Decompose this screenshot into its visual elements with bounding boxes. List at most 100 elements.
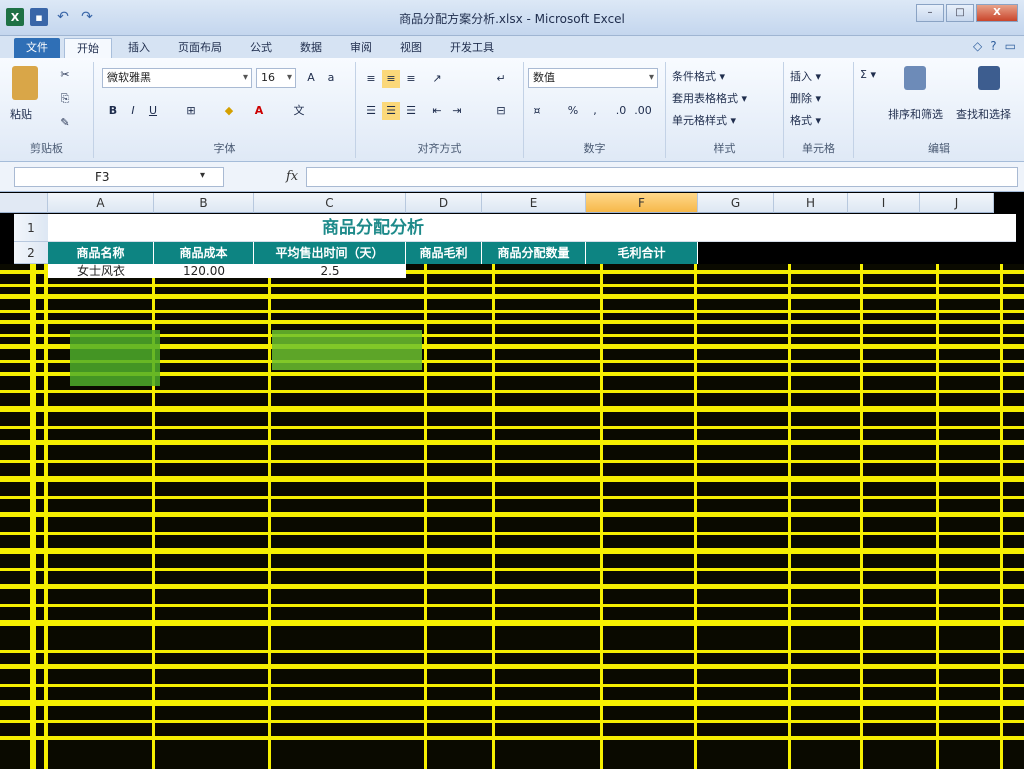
tab-review[interactable]: 审阅 <box>338 38 384 58</box>
orientation-icon[interactable]: ↗ <box>428 70 446 88</box>
font-name-combo[interactable]: 微软雅黑 <box>102 68 252 88</box>
align-top-icon[interactable]: ≡ <box>362 70 380 88</box>
bold-button[interactable]: B <box>104 102 122 120</box>
align-middle-icon[interactable]: ≡ <box>382 70 400 88</box>
insert-cells-button[interactable]: 插入 ▾ <box>790 68 821 84</box>
font-color-icon[interactable]: A <box>250 102 268 120</box>
tabs-right-controls: ◇ ? ▭ <box>973 39 1016 53</box>
name-box[interactable]: F3 <box>14 167 224 187</box>
cell-c3[interactable]: 2.5 <box>254 264 406 278</box>
phonetic-icon[interactable]: 文 <box>290 102 308 120</box>
format-cells-button[interactable]: 格式 ▾ <box>790 112 821 128</box>
table-format-button[interactable]: 套用表格格式 ▾ <box>672 90 747 106</box>
group-label-font: 字体 <box>213 142 236 155</box>
column-header-h[interactable]: H <box>774 193 848 213</box>
increase-decimal-icon[interactable]: .0 <box>612 102 630 120</box>
window-title: 商品分配方案分析.xlsx - Microsoft Excel <box>399 12 625 26</box>
cell-a3[interactable]: 女士风衣 <box>48 264 154 278</box>
group-label-clipboard: 剪贴板 <box>30 142 63 155</box>
shrink-font-icon[interactable]: a <box>322 69 340 87</box>
sort-filter-icon[interactable] <box>904 66 926 90</box>
column-header-c[interactable]: C <box>254 193 406 213</box>
column-header-e[interactable]: E <box>482 193 586 213</box>
tab-insert[interactable]: 插入 <box>116 38 162 58</box>
comma-button[interactable]: , <box>586 102 604 120</box>
name-box-dropdown-icon[interactable]: ▾ <box>200 170 205 181</box>
tab-home[interactable]: 开始 <box>64 38 112 58</box>
fx-icon[interactable]: fx <box>286 169 298 184</box>
group-label-alignment: 对齐方式 <box>417 142 462 155</box>
restore-icon[interactable]: ▭ <box>1005 39 1016 53</box>
group-alignment: ≡ ≡ ≡ ↗ ↵ ☰ ☰ ☰ ⇤ ⇥ ⊟ 对齐方式 <box>356 62 524 158</box>
window-controls: – □ X <box>916 4 1018 22</box>
sheet-title-cell[interactable]: 商品分配分析 <box>48 214 698 242</box>
align-bottom-icon[interactable]: ≡ <box>402 70 420 88</box>
tab-developer[interactable]: 开发工具 <box>438 38 506 58</box>
align-right-icon[interactable]: ☰ <box>402 102 420 120</box>
help-icon[interactable]: ? <box>990 39 996 53</box>
tab-page-layout[interactable]: 页面布局 <box>166 38 234 58</box>
header-cell-gross-profit-total[interactable]: 毛利合计 <box>586 242 698 264</box>
select-all-corner[interactable] <box>0 193 48 213</box>
ribbon-home: 粘贴 ✂ ⎘ ✎ 剪贴板 微软雅黑 16 A a B I U ⊞ ◆ A 文 字… <box>0 58 1024 162</box>
paste-button[interactable]: 粘贴 <box>10 106 32 122</box>
cell-b3[interactable]: 120.00 <box>154 264 254 278</box>
maximize-button[interactable]: □ <box>946 4 974 22</box>
row-header-2[interactable]: 2 <box>14 242 48 264</box>
delete-cells-button[interactable]: 删除 ▾ <box>790 90 821 106</box>
tab-formulas[interactable]: 公式 <box>238 38 284 58</box>
tab-view[interactable]: 视图 <box>388 38 434 58</box>
merge-center-icon[interactable]: ⊟ <box>492 102 510 120</box>
conditional-format-button[interactable]: 条件格式 ▾ <box>672 68 725 84</box>
align-center-icon[interactable]: ☰ <box>382 102 400 120</box>
font-size-combo[interactable]: 16 <box>256 68 296 88</box>
header-cell-product-name[interactable]: 商品名称 <box>48 242 154 264</box>
grow-font-icon[interactable]: A <box>302 69 320 87</box>
close-button[interactable]: X <box>976 4 1018 22</box>
ribbon-collapse-icon[interactable]: ◇ <box>973 39 982 53</box>
formula-input[interactable] <box>306 167 1018 187</box>
group-font: 微软雅黑 16 A a B I U ⊞ ◆ A 文 字体 <box>94 62 356 158</box>
align-left-icon[interactable]: ☰ <box>362 102 380 120</box>
group-cells: 插入 ▾ 删除 ▾ 格式 ▾ 单元格 <box>784 62 854 158</box>
cell-styles-button[interactable]: 单元格样式 ▾ <box>672 112 736 128</box>
fill-color-icon[interactable]: ◆ <box>220 102 238 120</box>
column-header-a[interactable]: A <box>48 193 154 213</box>
border-icon[interactable]: ⊞ <box>182 102 200 120</box>
column-header-f[interactable]: F <box>586 193 698 213</box>
percent-button[interactable]: % <box>564 102 582 120</box>
header-cell-allocation-qty[interactable]: 商品分配数量 <box>482 242 586 264</box>
number-format-combo[interactable]: 数值 <box>528 68 658 88</box>
row-header-1[interactable]: 1 <box>14 214 48 242</box>
header-cell-avg-sell-time[interactable]: 平均售出时间（天） <box>254 242 406 264</box>
currency-icon[interactable]: ¤ <box>528 102 546 120</box>
increase-indent-icon[interactable]: ⇥ <box>448 102 466 120</box>
decrease-indent-icon[interactable]: ⇤ <box>428 102 446 120</box>
group-label-cells: 单元格 <box>802 142 835 155</box>
copy-icon[interactable]: ⎘ <box>56 90 74 108</box>
wrap-text-icon[interactable]: ↵ <box>492 70 510 88</box>
minimize-button[interactable]: – <box>916 4 944 22</box>
header-cell-product-cost[interactable]: 商品成本 <box>154 242 254 264</box>
ribbon-tabs: 文件 开始 插入 页面布局 公式 数据 审阅 视图 开发工具 ◇ ? ▭ <box>0 36 1024 58</box>
format-painter-icon[interactable]: ✎ <box>56 114 74 132</box>
find-select-icon[interactable] <box>978 66 1000 90</box>
decrease-decimal-icon[interactable]: .00 <box>634 102 652 120</box>
column-header-j[interactable]: J <box>920 193 994 213</box>
italic-button[interactable]: I <box>124 102 142 120</box>
group-editing: Σ ▾ 排序和筛选 查找和选择 编辑 <box>854 62 1024 158</box>
tab-file[interactable]: 文件 <box>14 38 60 58</box>
column-header-b[interactable]: B <box>154 193 254 213</box>
find-select-button[interactable]: 查找和选择 <box>956 106 1011 122</box>
paste-icon[interactable] <box>12 66 38 100</box>
column-header-i[interactable]: I <box>848 193 920 213</box>
cut-icon[interactable]: ✂ <box>56 66 74 84</box>
tab-data[interactable]: 数据 <box>288 38 334 58</box>
autosum-button[interactable]: Σ ▾ <box>860 68 876 81</box>
header-cell-gross-profit[interactable]: 商品毛利 <box>406 242 482 264</box>
column-header-g[interactable]: G <box>698 193 774 213</box>
column-header-d[interactable]: D <box>406 193 482 213</box>
underline-button[interactable]: U <box>144 102 162 120</box>
sort-filter-button[interactable]: 排序和筛选 <box>888 106 943 122</box>
corrupted-display-region <box>0 264 1024 769</box>
